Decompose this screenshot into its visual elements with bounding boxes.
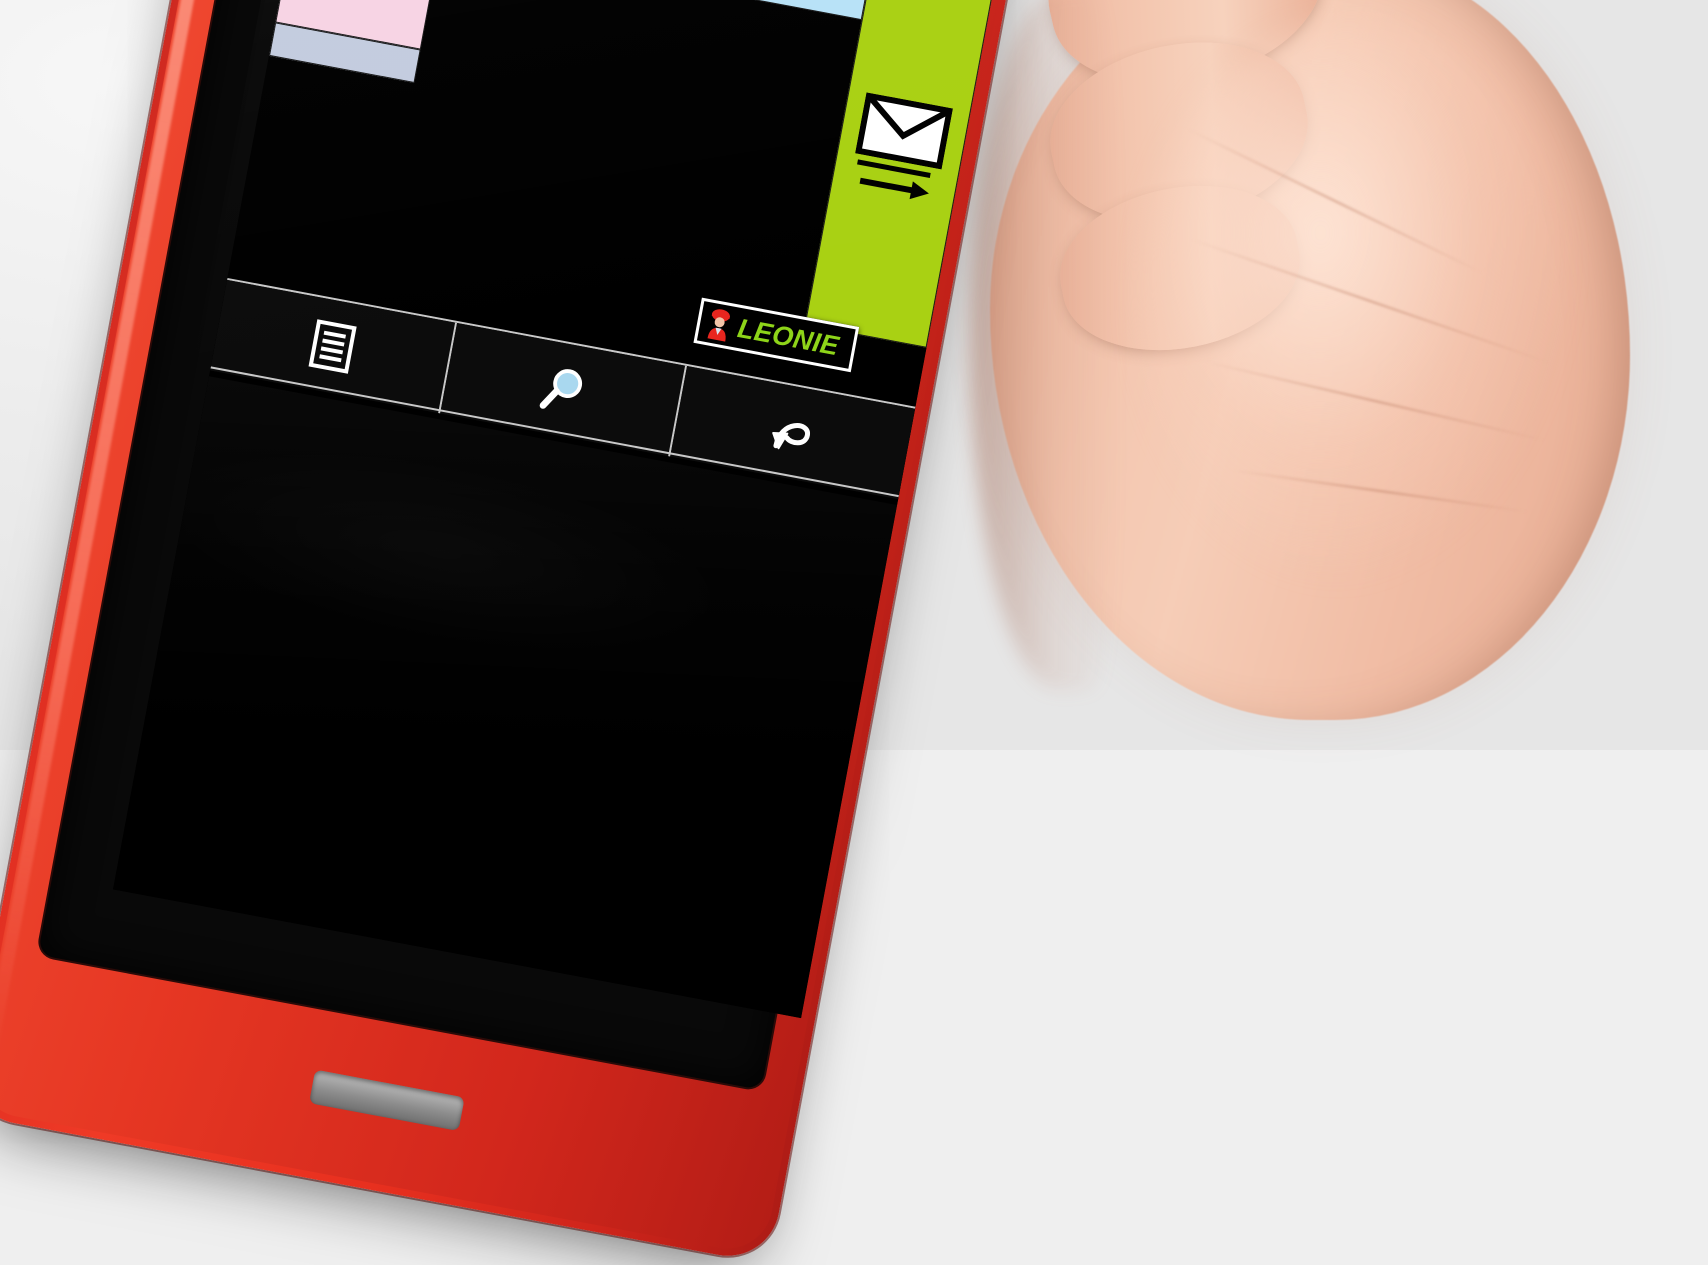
category-label: PLATS [320,0,396,1]
return-arrow-icon [772,423,810,450]
envelope-icon [855,92,953,170]
envelope-arrow-icon [848,92,953,206]
device-screen[interactable]: STARTERS Commissaire Magret Avocado Niro… [113,0,1034,1019]
magnifier-icon [539,369,583,409]
waiter-avatar-glyph [707,309,730,342]
hand [930,0,1708,890]
palm-highlight [1140,20,1570,580]
waiter-avatar-icon [702,305,736,344]
list-icon [308,319,357,374]
palm-shadow [970,0,1120,690]
pos-application[interactable]: STARTERS Commissaire Magret Avocado Niro… [113,0,1034,1019]
